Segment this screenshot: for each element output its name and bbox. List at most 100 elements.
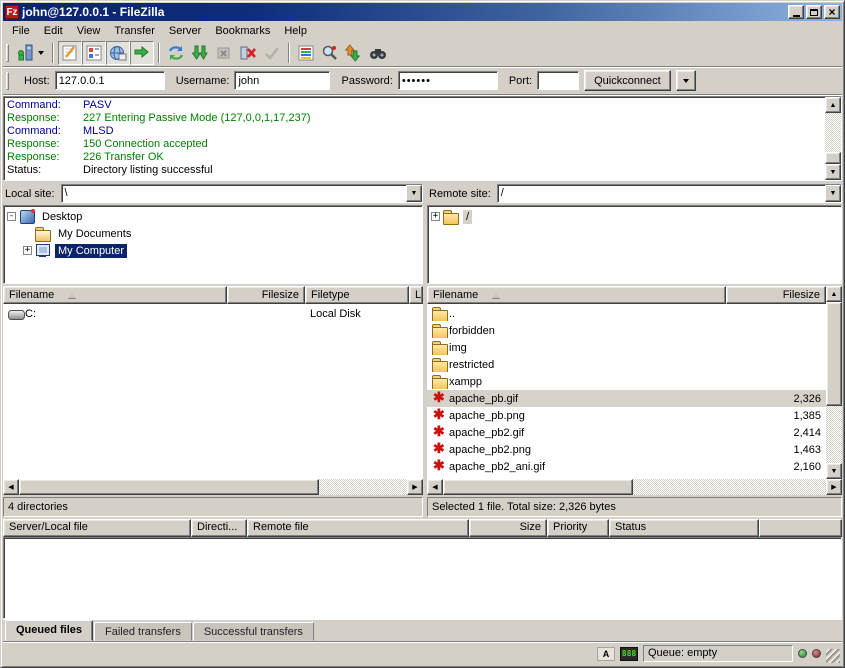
port-input[interactable] xyxy=(537,71,579,90)
toggle-transfer-queue-button[interactable] xyxy=(130,41,154,65)
queue-list[interactable] xyxy=(3,537,842,619)
remote-site-value[interactable]: / xyxy=(498,185,825,202)
username-input[interactable] xyxy=(234,71,330,90)
queue-column-header[interactable]: Priority xyxy=(547,519,609,537)
queue-column-header[interactable]: Size xyxy=(469,519,547,537)
scroll-track[interactable] xyxy=(826,406,842,463)
column-header-filename[interactable]: Filename xyxy=(427,286,726,304)
local-site-value[interactable]: \ xyxy=(62,185,406,202)
queue-tab[interactable]: Successful transfers xyxy=(193,622,314,641)
disconnect-button[interactable] xyxy=(236,41,260,65)
maximize-button[interactable] xyxy=(806,5,822,19)
tree-item[interactable]: - Desktop xyxy=(6,208,422,225)
speed-limit-icon[interactable]: 888 xyxy=(620,647,638,661)
file-row[interactable]: img xyxy=(427,339,826,356)
scroll-left-icon[interactable]: ◀ xyxy=(3,479,19,495)
menu-item[interactable]: Help xyxy=(277,23,314,39)
log-scrollbar[interactable]: ▲ ▼ xyxy=(825,97,841,180)
tree-node-label[interactable]: Desktop xyxy=(39,210,85,224)
remote-site-dropdown-button[interactable]: ▼ xyxy=(825,185,841,202)
remote-horizontal-scrollbar[interactable]: ◀ ▶ xyxy=(427,479,842,495)
minimize-button[interactable] xyxy=(788,5,804,19)
close-button[interactable]: × xyxy=(824,5,840,19)
queue-tab[interactable]: Failed transfers xyxy=(94,622,192,641)
scroll-right-icon[interactable]: ▶ xyxy=(407,479,423,495)
tree-node-label[interactable]: / xyxy=(463,210,472,224)
file-row[interactable]: apache_pb.png 1,385 xyxy=(427,407,826,424)
scroll-track[interactable] xyxy=(825,113,841,152)
queue-column-header[interactable]: Directi... xyxy=(191,519,247,537)
tree-expander-icon[interactable]: + xyxy=(431,212,440,221)
local-site-combo[interactable]: \ ▼ xyxy=(61,184,423,203)
tree-item[interactable]: + / xyxy=(430,208,841,225)
tree-item[interactable]: + My Computer xyxy=(6,242,422,259)
password-input[interactable] xyxy=(398,71,498,90)
quickconnect-dropdown-button[interactable] xyxy=(676,70,696,91)
scroll-up-icon[interactable]: ▲ xyxy=(825,97,841,113)
quickconnect-button[interactable]: Quickconnect xyxy=(584,70,671,91)
file-row[interactable]: apache_pb2.png 1,463 xyxy=(427,441,826,458)
queue-column-header[interactable]: Status xyxy=(609,519,759,537)
tree-node-label[interactable]: My Computer xyxy=(55,244,127,258)
queue-column-header[interactable]: Server/Local file xyxy=(3,519,191,537)
menu-item[interactable]: File xyxy=(5,23,37,39)
scroll-right-icon[interactable]: ▶ xyxy=(826,479,842,495)
file-row[interactable]: apache_pb2_ani.gif 2,160 xyxy=(427,458,826,475)
remote-vertical-scrollbar[interactable]: ▲ ▼ xyxy=(826,286,842,479)
file-row[interactable]: apache_pb2.gif 2,414 xyxy=(427,424,826,441)
cancel-button[interactable] xyxy=(212,41,236,65)
tree-node-label[interactable]: My Documents xyxy=(55,227,134,241)
local-site-dropdown-button[interactable]: ▼ xyxy=(406,185,422,202)
resize-grip[interactable] xyxy=(826,649,840,663)
file-row[interactable]: apache_pb.gif 2,326 xyxy=(427,390,826,407)
directory-comparison-button[interactable] xyxy=(318,41,342,65)
queue-column-header[interactable]: Remote file xyxy=(247,519,469,537)
scroll-thumb[interactable] xyxy=(443,479,633,495)
title-bar[interactable]: Fz john@127.0.0.1 - FileZilla × xyxy=(3,3,842,21)
process-queue-button[interactable] xyxy=(188,41,212,65)
column-header-last-modified[interactable]: L xyxy=(409,286,423,304)
scroll-thumb[interactable] xyxy=(826,302,842,406)
queue-tab[interactable]: Queued files xyxy=(5,620,93,641)
local-horizontal-scrollbar[interactable]: ◀ ▶ xyxy=(3,479,423,495)
menu-item[interactable]: Edit xyxy=(37,23,70,39)
scroll-up-icon[interactable]: ▲ xyxy=(826,286,842,302)
column-header-filetype[interactable]: Filetype xyxy=(305,286,409,304)
column-header-filename[interactable]: Filename xyxy=(3,286,227,304)
quickconnect-grip[interactable] xyxy=(6,72,9,90)
menu-item[interactable]: Server xyxy=(162,23,208,39)
toggle-message-log-button[interactable] xyxy=(58,41,82,65)
scroll-thumb[interactable] xyxy=(825,152,841,164)
toggle-local-tree-button[interactable] xyxy=(82,41,106,65)
filter-button[interactable] xyxy=(294,41,318,65)
refresh-button[interactable] xyxy=(164,41,188,65)
file-row[interactable]: xampp xyxy=(427,373,826,390)
column-header-filesize[interactable]: Filesize xyxy=(726,286,826,304)
site-manager-button[interactable] xyxy=(13,41,37,65)
host-input[interactable] xyxy=(55,71,165,90)
tree-expander-icon[interactable]: - xyxy=(7,212,16,221)
find-files-button[interactable] xyxy=(366,41,390,65)
file-row[interactable]: forbidden xyxy=(427,322,826,339)
column-header-filesize[interactable]: Filesize xyxy=(227,286,305,304)
scroll-down-icon[interactable]: ▼ xyxy=(826,463,842,479)
scroll-left-icon[interactable]: ◀ xyxy=(427,479,443,495)
scroll-down-icon[interactable]: ▼ xyxy=(825,164,841,180)
tree-item[interactable]: My Documents xyxy=(6,225,422,242)
file-row[interactable]: .. xyxy=(427,305,826,322)
menu-item[interactable]: View xyxy=(70,23,108,39)
file-row[interactable]: C: Local Disk xyxy=(3,305,423,322)
synchronized-browsing-button[interactable] xyxy=(342,41,366,65)
menu-item[interactable]: Transfer xyxy=(107,23,162,39)
scroll-track[interactable] xyxy=(319,479,407,495)
scroll-track[interactable] xyxy=(633,479,826,495)
menu-item[interactable]: Bookmarks xyxy=(208,23,277,39)
site-manager-dropdown-icon[interactable] xyxy=(38,51,44,55)
tree-expander-icon[interactable]: + xyxy=(23,246,32,255)
reconnect-button[interactable] xyxy=(260,41,284,65)
toggle-remote-tree-button[interactable] xyxy=(106,41,130,65)
toolbar-grip[interactable] xyxy=(6,44,9,62)
remote-site-combo[interactable]: / ▼ xyxy=(497,184,842,203)
transfer-type-icon[interactable]: A xyxy=(597,647,615,661)
file-row[interactable]: restricted xyxy=(427,356,826,373)
